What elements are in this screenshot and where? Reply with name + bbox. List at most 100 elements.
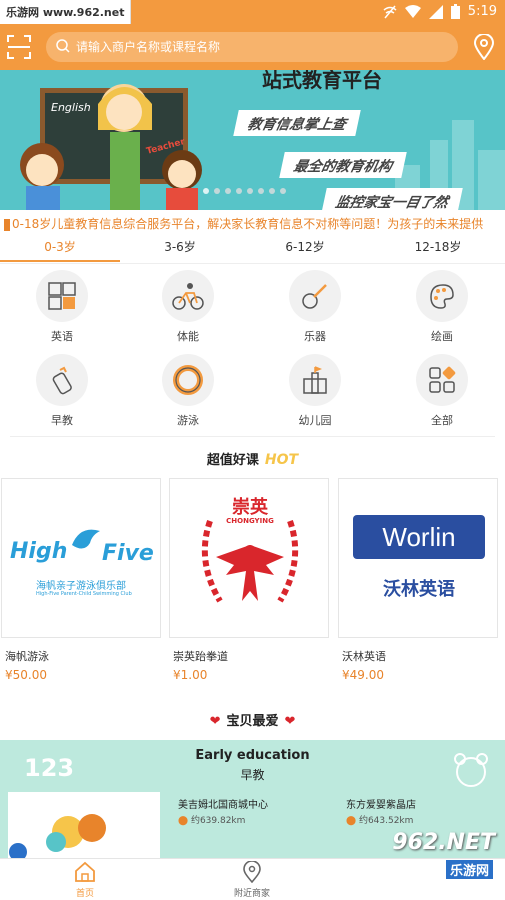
- category-label: 英语: [51, 330, 73, 343]
- logo-subtitle: 沃林英语: [383, 579, 455, 600]
- heart-icon: ❤: [209, 714, 221, 729]
- category-kindergarten[interactable]: 幼儿园: [270, 354, 360, 432]
- wifi-icon: [404, 4, 421, 18]
- grid-all-icon: [429, 366, 456, 393]
- logo-text: Five: [102, 541, 154, 566]
- carousel-dot[interactable]: [236, 188, 242, 194]
- heart-icon: ❤: [284, 714, 296, 729]
- bicycle-icon: [172, 283, 204, 310]
- course-thumbnail: Worlin 沃林英语: [338, 478, 498, 638]
- location-icon[interactable]: [473, 34, 495, 60]
- carousel-dot[interactable]: [269, 188, 275, 194]
- category-label: 早教: [51, 414, 73, 427]
- course-card[interactable]: 崇英 CHONGYING 崇英跆拳道 ¥1.00: [169, 478, 329, 684]
- school-icon: [303, 366, 327, 394]
- carousel-dot[interactable]: [203, 188, 209, 194]
- course-card[interactable]: High Five 海帆亲子游泳俱乐部 High-Five Parent-Chi…: [1, 478, 161, 684]
- search-icon: [56, 39, 70, 53]
- category-early-edu[interactable]: 早教: [17, 354, 107, 432]
- category-swimming[interactable]: 游泳: [143, 354, 233, 432]
- watermark-brand: 962.NET: [392, 830, 495, 855]
- panel-title-cn: 早教: [240, 768, 265, 782]
- watermark-cn: 乐游网: [445, 860, 493, 879]
- carousel-dot[interactable]: [280, 188, 286, 194]
- nav-label: 附近商家: [233, 889, 270, 899]
- nav-nearby[interactable]: 附近商家: [207, 860, 297, 899]
- search-bar[interactable]: [46, 32, 458, 62]
- home-icon: [75, 861, 95, 882]
- course-card[interactable]: Worlin 沃林英语 沃林英语 ¥49.00: [338, 478, 498, 684]
- logo-subtitle: CHONGYING: [226, 517, 274, 525]
- tab-12-18[interactable]: 12-18岁: [378, 238, 498, 262]
- baby-bottle-icon: [52, 366, 72, 395]
- carousel-dot[interactable]: [214, 188, 220, 194]
- hot-badge: HOT: [264, 452, 299, 468]
- category-label: 全部: [431, 414, 453, 427]
- category-label: 幼儿园: [298, 414, 332, 427]
- announcement-text: 0-18岁儿童教育信息综合服务平台，解决家长教育信息不对称等问题！为孩子的未来提…: [12, 217, 484, 231]
- clock: 5:19: [467, 4, 497, 19]
- course-price: ¥50.00: [5, 668, 47, 682]
- course-name: 崇英跆拳道: [173, 650, 228, 663]
- course-name: 海帆游泳: [5, 650, 49, 663]
- category-label: 游泳: [177, 414, 199, 427]
- category-painting[interactable]: 绘画: [397, 270, 487, 348]
- category-label: 体能: [177, 330, 199, 343]
- banner-tag-2: 最全的教育机构: [279, 152, 407, 178]
- battery-icon: [450, 4, 460, 19]
- course-thumbnail: 崇英 CHONGYING: [169, 478, 329, 638]
- scan-icon[interactable]: [6, 34, 32, 60]
- status-bar: 乐游网 www.962.net 5:19: [0, 0, 505, 24]
- site-watermark-label: 乐游网 www.962.net: [0, 0, 132, 24]
- store-distance: ⬤ 约639.82km: [178, 816, 246, 826]
- carousel-dot[interactable]: [258, 188, 264, 194]
- store-name[interactable]: 美吉姆北国商城中心: [178, 796, 268, 811]
- abc-blocks-icon: [48, 282, 76, 310]
- category-label: 乐器: [304, 330, 326, 343]
- tab-6-12[interactable]: 6-12岁: [245, 238, 365, 262]
- site-watermark: 962.NET 乐游网: [359, 822, 499, 884]
- course-price: ¥1.00: [173, 668, 208, 682]
- category-instrument[interactable]: 乐器: [270, 270, 360, 348]
- deals-title: 超值好课: [206, 453, 259, 468]
- course-price: ¥49.00: [342, 668, 384, 682]
- logo-text: High: [10, 539, 68, 564]
- category-fitness[interactable]: 体能: [143, 270, 233, 348]
- nav-home[interactable]: 首页: [40, 861, 130, 899]
- search-input[interactable]: [76, 32, 446, 62]
- logo-wordmark: Worlin: [353, 515, 485, 559]
- banner-title: 站式教育平台: [262, 70, 382, 92]
- store-name[interactable]: 东方爱婴紫晶店: [346, 796, 416, 811]
- wifi-off-icon: [383, 5, 397, 18]
- announcement-marquee[interactable]: 0-18岁儿童教育信息综合服务平台，解决家长教育信息不对称等问题！为孩子的未来提…: [0, 210, 505, 238]
- carousel-indicator[interactable]: [203, 188, 286, 194]
- logo-subtitle: 海帆亲子游泳俱乐部: [36, 581, 126, 592]
- panel-title-en: Early education: [195, 748, 310, 763]
- lifebuoy-icon: [173, 365, 203, 395]
- tab-0-3[interactable]: 0-3岁: [0, 238, 120, 262]
- app-bar: [0, 24, 505, 70]
- favorites-title: 宝贝最爱: [226, 714, 279, 729]
- speaker-icon: [4, 218, 10, 231]
- carousel-dot[interactable]: [247, 188, 253, 194]
- category-all[interactable]: 全部: [397, 354, 487, 432]
- location-pin-icon: [243, 860, 261, 884]
- course-thumbnail: High Five 海帆亲子游泳俱乐部 High-Five Parent-Chi…: [1, 478, 161, 638]
- carousel-dot[interactable]: [225, 188, 231, 194]
- signal-icon: [428, 4, 443, 19]
- guitar-icon: [302, 284, 327, 309]
- cartoon-illustration: [9, 814, 106, 861]
- store-thumbnail[interactable]: [8, 792, 160, 861]
- category-label: 绘画: [431, 330, 453, 343]
- divider: [10, 436, 495, 437]
- tab-3-6[interactable]: 3-6岁: [120, 238, 240, 262]
- nav-label: 首页: [75, 889, 94, 899]
- pin-icon: ⬤: [178, 816, 191, 826]
- category-english[interactable]: 英语: [17, 270, 107, 348]
- logo-text: Worlin: [382, 522, 456, 552]
- deals-section-title: 超值好课 HOT: [0, 449, 505, 468]
- pin-icon: ⬤: [346, 816, 359, 826]
- logo-caption: High-Five Parent-Child Swimming Club: [36, 591, 132, 597]
- dolphin-icon: [72, 529, 100, 549]
- favorites-section-title: ❤ 宝贝最爱 ❤: [0, 710, 505, 729]
